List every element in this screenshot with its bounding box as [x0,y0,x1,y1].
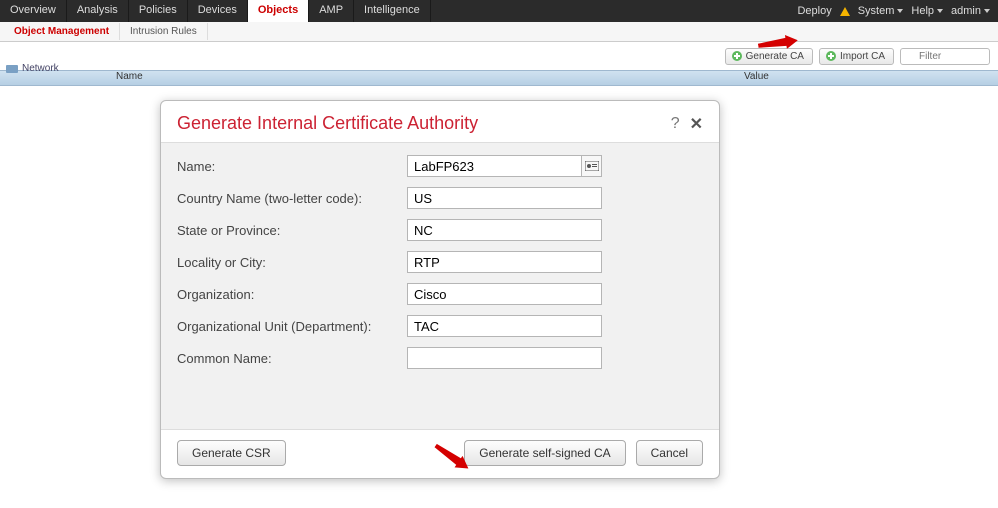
help-menu[interactable]: Help [911,5,943,17]
top-nav: Overview Analysis Policies Devices Objec… [0,0,998,22]
org-unit-label: Organizational Unit (Department): [177,319,407,334]
country-label: Country Name (two-letter code): [177,191,407,206]
deploy-link[interactable]: Deploy [797,5,831,17]
generate-self-signed-button[interactable]: Generate self-signed CA [464,440,625,466]
column-value[interactable]: Value [738,71,998,85]
cancel-button[interactable]: Cancel [636,440,703,466]
plus-icon [826,51,836,61]
tab-intelligence[interactable]: Intelligence [354,0,431,22]
column-header: Name Value [0,70,998,86]
generate-ca-button[interactable]: Generate CA [725,48,813,65]
dialog-footer: Generate CSR Generate self-signed CA Can… [161,430,719,478]
generate-csr-button[interactable]: Generate CSR [177,440,286,466]
state-input[interactable] [407,219,602,241]
locality-label: Locality or City: [177,255,407,270]
sub-nav: Object Management Intrusion Rules [0,22,998,42]
tab-overview[interactable]: Overview [0,0,67,22]
id-card-icon[interactable] [582,155,602,177]
tab-devices[interactable]: Devices [188,0,248,22]
help-icon[interactable]: ? [671,115,680,133]
org-unit-input[interactable] [407,315,602,337]
name-input[interactable] [407,155,582,177]
locality-input[interactable] [407,251,602,273]
user-menu[interactable]: admin [951,5,990,17]
plus-icon [732,51,742,61]
top-nav-right: Deploy System Help admin [797,0,998,22]
country-input[interactable] [407,187,602,209]
generate-ca-dialog: Generate Internal Certificate Authority … [160,100,720,479]
common-name-label: Common Name: [177,351,407,366]
common-name-input[interactable] [407,347,602,369]
filter-input[interactable] [900,48,990,65]
subtab-object-management[interactable]: Object Management [4,23,120,40]
state-label: State or Province: [177,223,407,238]
dialog-body: Name: Country Name (two-letter code): St… [161,142,719,430]
subtab-intrusion-rules[interactable]: Intrusion Rules [120,23,208,40]
dialog-title: Generate Internal Certificate Authority [177,113,671,134]
tab-analysis[interactable]: Analysis [67,0,129,22]
object-tree: Network [0,59,110,78]
organization-input[interactable] [407,283,602,305]
filter-wrap [900,48,990,65]
top-nav-tabs: Overview Analysis Policies Devices Objec… [0,0,431,22]
organization-label: Organization: [177,287,407,302]
warning-icon[interactable] [840,7,850,16]
column-name[interactable]: Name [110,71,738,85]
tree-item-network[interactable]: Network [6,63,104,74]
close-icon[interactable]: ✕ [690,114,703,134]
tab-amp[interactable]: AMP [309,0,354,22]
name-label: Name: [177,159,407,174]
import-ca-label: Import CA [840,51,885,62]
dialog-header: Generate Internal Certificate Authority … [161,101,719,142]
import-ca-button[interactable]: Import CA [819,48,894,65]
system-menu[interactable]: System [858,5,904,17]
tab-policies[interactable]: Policies [129,0,188,22]
toolbar: Generate CA Import CA [0,42,998,70]
tree-item-label: Network [22,63,59,74]
generate-ca-label: Generate CA [746,51,804,62]
network-icon [6,65,18,73]
tab-objects[interactable]: Objects [248,0,309,22]
